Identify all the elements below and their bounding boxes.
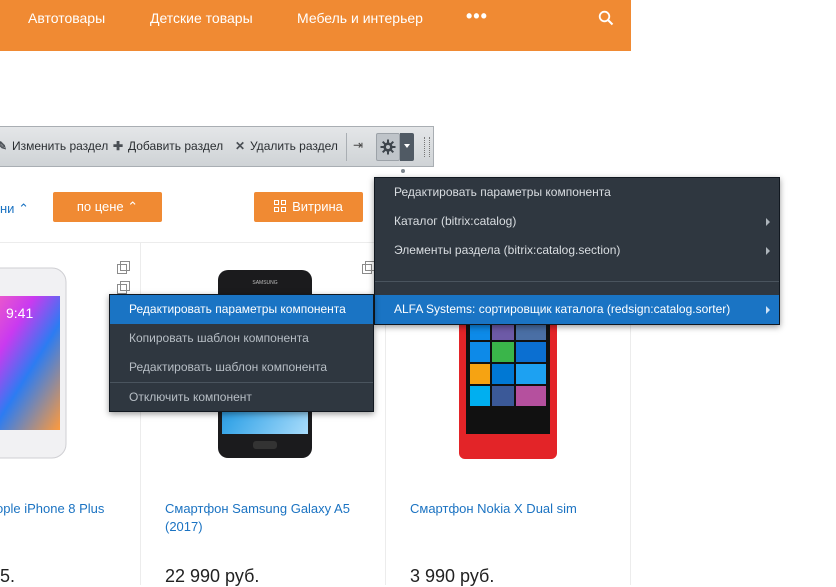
edit-section-button[interactable]: ✎ Изменить раздел (0, 139, 108, 153)
close-icon: ✕ (234, 139, 246, 153)
product-price: 3 990 руб. (410, 566, 495, 586)
menu-item-label: Копировать шаблон компонента (129, 331, 309, 345)
grid-icon (274, 200, 287, 212)
search-icon[interactable] (598, 10, 614, 26)
plus-icon: ✚ (112, 139, 124, 153)
menu-item-catalog[interactable]: Каталог (bitrix:catalog) (375, 207, 779, 236)
svg-text:SAMSUNG: SAMSUNG (252, 280, 277, 286)
sort-link-label: ни (0, 201, 15, 216)
pencil-icon: ✎ (0, 139, 8, 153)
delete-section-button[interactable]: ✕ Удалить раздел (234, 139, 338, 153)
phone-time: 9:41 (6, 305, 33, 321)
chevron-down-icon (404, 144, 410, 148)
menu-item-label: Отключить компонент (129, 390, 252, 404)
product-price: 5. (0, 566, 16, 586)
gear-icon (380, 139, 396, 155)
product-image-iphone[interactable]: 9:41 (0, 266, 70, 460)
chevron-right-icon (766, 306, 770, 314)
pin-icon[interactable]: ⇥ (353, 138, 363, 152)
add-section-label: Добавить раздел (128, 139, 224, 153)
chevron-right-icon (766, 247, 770, 255)
menu-item-label: Редактировать параметры компонента (129, 302, 346, 316)
menu-item-edit-component-params[interactable]: Редактировать параметры компонента (110, 295, 373, 324)
compare-icon[interactable] (362, 261, 375, 274)
menu-item-label: Редактировать параметры компонента (394, 185, 611, 199)
product-name[interactable]: Смартфон Nokia X Dual sim (410, 500, 610, 518)
settings-dropdown-arrow[interactable] (400, 133, 414, 161)
product-name[interactable]: ople iPhone 8 Plus (0, 500, 131, 518)
settings-menu: Редактировать параметры компонента Катал… (374, 177, 780, 325)
product-name[interactable]: Смартфон Samsung Galaxy A5 (2017) (165, 500, 365, 536)
admin-toolbar: ✎ Изменить раздел ✚ Добавить раздел ✕ Удали… (0, 126, 434, 167)
view-grid-label: Витрина (292, 199, 343, 214)
component-menu: Редактировать параметры компонента Копир… (109, 294, 374, 412)
menu-item-catalog-sorter[interactable]: ALFA Systems: сортировщик каталога (reds… (375, 295, 779, 324)
menu-item-copy-template[interactable]: Копировать шаблон компонента (110, 324, 373, 353)
menu-item-catalog-section[interactable]: Элементы раздела (bitrix:catalog.section… (375, 236, 779, 265)
nav-item-auto[interactable]: Автотовары (28, 10, 105, 26)
connector-dot (401, 169, 405, 173)
edit-section-label: Изменить раздел (12, 139, 109, 153)
chevron-up-icon: ⌃ (18, 201, 29, 216)
sort-by-price-label: по цене (76, 199, 124, 214)
settings-button[interactable] (376, 133, 400, 161)
menu-item-disable-component[interactable]: Отключить компонент (110, 383, 373, 412)
menu-divider (375, 281, 779, 282)
drag-handle[interactable] (424, 137, 430, 157)
menu-item-label: Элементы раздела (bitrix:catalog.section… (394, 243, 621, 257)
toolbar-divider (346, 133, 347, 161)
menu-item-label: Редактировать шаблон компонента (129, 360, 328, 374)
sort-link[interactable]: ни ⌃ (0, 201, 29, 217)
compare-icon[interactable] (117, 261, 130, 274)
nav-more-button[interactable]: ••• (466, 6, 488, 27)
nav-item-kids[interactable]: Детские товары (150, 10, 253, 26)
menu-item-edit-template[interactable]: Редактировать шаблон компонента (110, 353, 373, 382)
sort-by-price-button[interactable]: по цене ⌃ (53, 192, 162, 222)
menu-item-edit-params[interactable]: Редактировать параметры компонента (375, 178, 779, 207)
delete-section-label: Удалить раздел (250, 139, 338, 153)
chevron-right-icon (766, 218, 770, 226)
chevron-up-icon: ⌃ (127, 199, 139, 214)
top-navigation: Автотовары Детские товары Мебель и интер… (0, 0, 631, 51)
nav-item-furniture[interactable]: Мебель и интерьер (297, 10, 423, 26)
bookmark-icon[interactable] (117, 281, 130, 294)
add-section-button[interactable]: ✚ Добавить раздел (112, 139, 223, 153)
view-grid-button[interactable]: Витрина (254, 192, 363, 222)
product-price: 22 990 руб. (165, 566, 260, 586)
menu-item-label: ALFA Systems: сортировщик каталога (reds… (394, 302, 731, 316)
menu-item-label: Каталог (bitrix:catalog) (394, 214, 517, 228)
